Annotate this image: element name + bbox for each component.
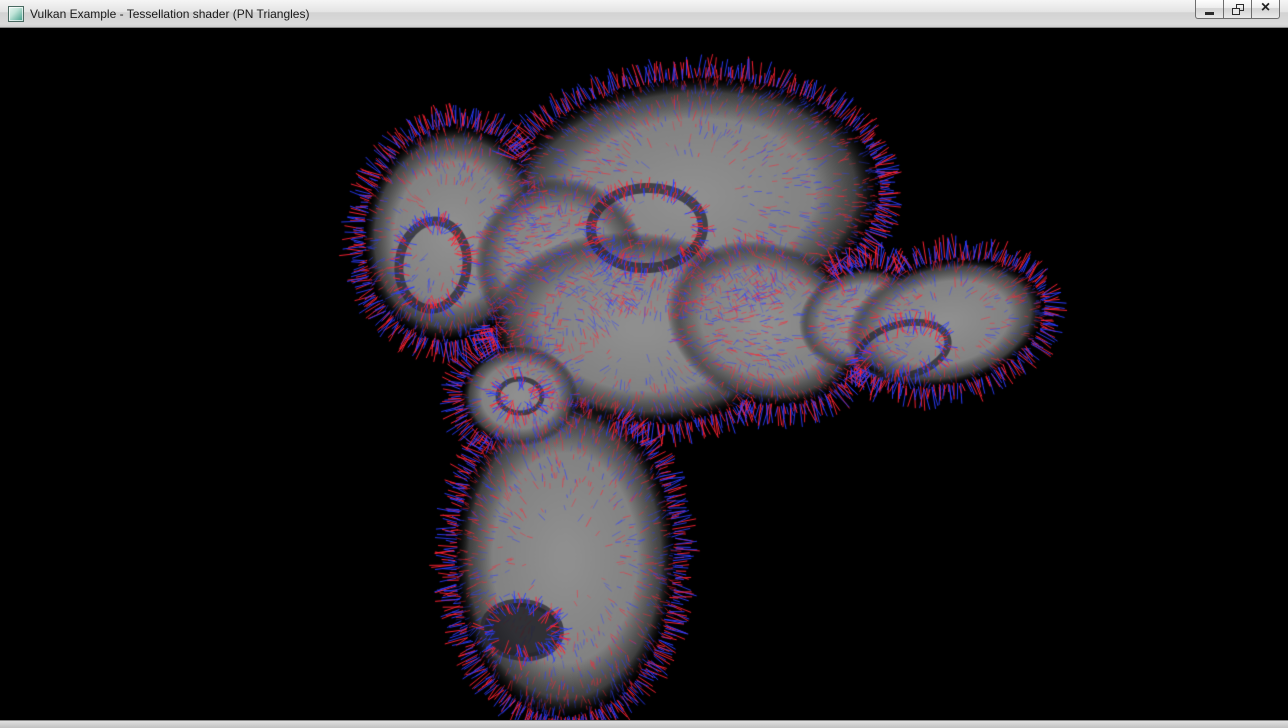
viewport-canvas[interactable]	[0, 28, 1288, 720]
restore-icon	[1232, 4, 1244, 15]
app-icon[interactable]	[8, 6, 24, 22]
minimize-button[interactable]	[1195, 0, 1224, 19]
window-title: Vulkan Example - Tessellation shader (PN…	[30, 7, 309, 21]
restore-button[interactable]	[1223, 0, 1252, 19]
window-controls: ×	[1195, 0, 1280, 19]
titlebar[interactable]: Vulkan Example - Tessellation shader (PN…	[0, 0, 1288, 28]
close-button[interactable]: ×	[1251, 0, 1280, 19]
app-window: Vulkan Example - Tessellation shader (PN…	[0, 0, 1288, 728]
window-frame-bottom[interactable]	[0, 720, 1288, 728]
render-viewport[interactable]	[0, 28, 1288, 720]
close-icon: ×	[1261, 0, 1270, 16]
minimize-icon	[1205, 12, 1214, 15]
